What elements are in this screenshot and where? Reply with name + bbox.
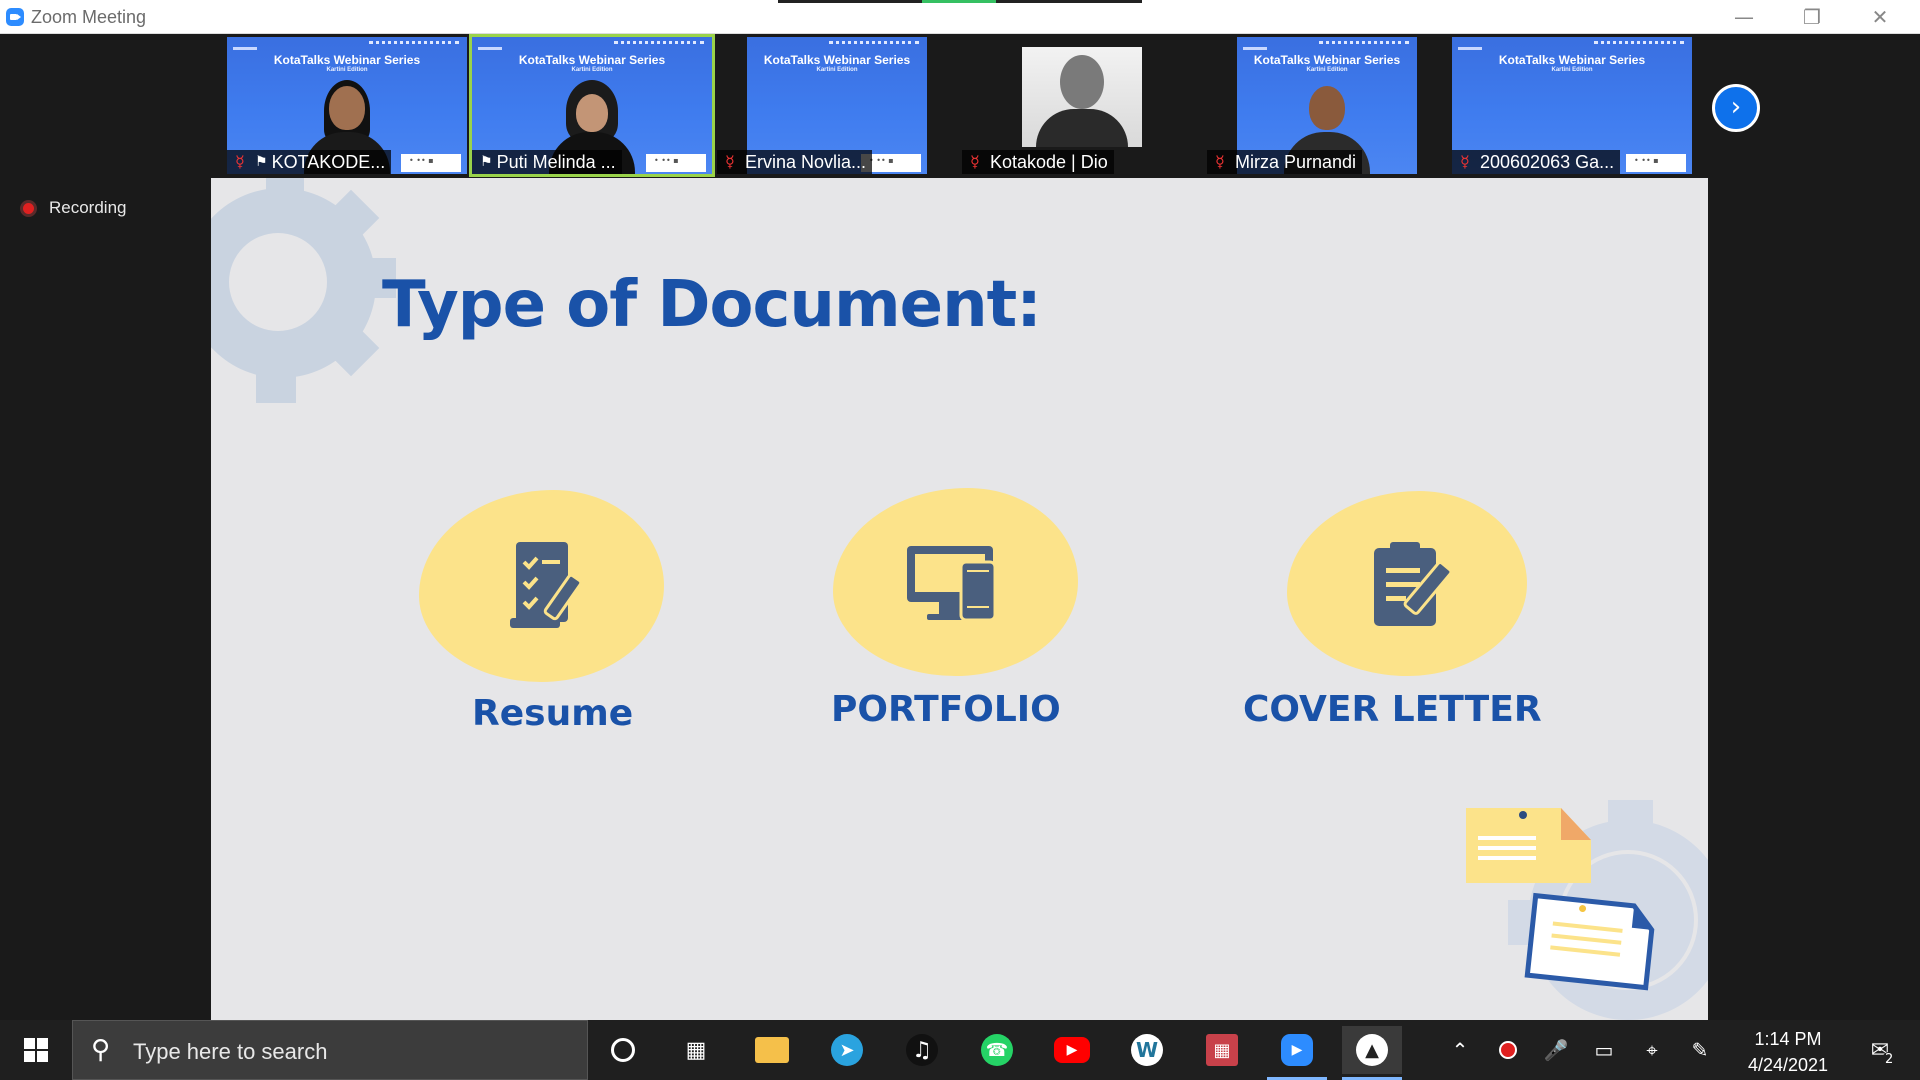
windows-start-icon[interactable] [0, 1020, 72, 1080]
participant-name: KOTAKODE... [271, 151, 386, 172]
task-view-icon[interactable]: ▦ [666, 1026, 726, 1074]
webinar-sub: Kartini Edition [816, 67, 858, 73]
title-bar: Zoom Meeting — ❐ ✕ [0, 0, 1920, 34]
webinar-banner: KotaTalks Webinar Series [1498, 53, 1646, 67]
webinar-sub: Kartini Edition [326, 67, 368, 73]
resume-label: Resume [472, 693, 634, 734]
muted-mic-icon: ☿ [1460, 152, 1470, 171]
taskbar-clock[interactable]: 1:14 PM 4/24/2021 [1728, 1026, 1848, 1078]
pin-icon: ⚑ [480, 154, 493, 170]
portfolio-label: PORTFOLIO [831, 689, 1061, 730]
windows-taskbar: ⚲ Type here to search ▦ ➤ ♫ ☎ ▶ W ▦ ▶ ▲ … [0, 1020, 1920, 1080]
cover-letter-label: COVER LETTER [1243, 689, 1542, 730]
screen-share-indicator [778, 0, 1142, 3]
muted-mic-icon: ☿ [235, 152, 245, 171]
participant-name: Mirza Purnandi [1235, 151, 1357, 172]
slide-title: Type of Document: [382, 268, 1042, 342]
telegram-icon[interactable]: ➤ [817, 1026, 877, 1074]
participant-tile[interactable]: KotaTalks Webinar Series Kartini Edition… [717, 37, 927, 174]
participant-name-badge: ☿ Ervina Novlia... [717, 150, 873, 174]
webinar-banner: KotaTalks Webinar Series [1253, 53, 1401, 67]
microphone-icon[interactable]: 🎤 [1540, 1020, 1572, 1080]
muted-mic-icon: ☿ [970, 152, 980, 171]
webinar-banner: KotaTalks Webinar Series [518, 53, 666, 67]
participant-name: Ervina Novlia... [745, 151, 867, 172]
minimize-button[interactable]: — [1710, 0, 1778, 34]
search-placeholder: Type here to search [133, 1039, 328, 1064]
youtube-icon[interactable]: ▶ [1042, 1026, 1102, 1074]
clock-time: 1:14 PM [1754, 1029, 1822, 1049]
pin-icon: ⚑ [255, 154, 268, 170]
close-button[interactable]: ✕ [1846, 0, 1914, 34]
recording-dot-icon [20, 199, 37, 217]
participant-tile[interactable]: KotaTalks Webinar Series Kartini Edition… [1207, 37, 1417, 174]
participant-tile-active-speaker[interactable]: KotaTalks Webinar Series Kartini Edition… [469, 34, 715, 177]
battery-icon[interactable]: ▭ [1588, 1020, 1620, 1080]
sticky-notes-icon [1466, 808, 1655, 991]
muted-mic-icon: ☿ [725, 152, 735, 171]
whatsapp-icon[interactable]: ☎ [967, 1026, 1027, 1074]
webinar-sub: Kartini Edition [1306, 67, 1348, 73]
recording-indicator[interactable]: Recording [20, 198, 127, 218]
taskbar-search-box[interactable]: ⚲ Type here to search [72, 1020, 588, 1080]
participant-tile[interactable]: KotaTalks Webinar Series Kartini Edition… [1452, 37, 1692, 174]
search-icon: ⚲ [91, 1035, 111, 1065]
resume-checklist-icon [510, 542, 583, 628]
notification-count: 2 [1882, 1052, 1897, 1067]
devices-icon [907, 546, 997, 622]
record-tray-icon[interactable] [1492, 1020, 1524, 1080]
restore-button[interactable]: ❐ [1778, 0, 1846, 34]
photos-icon[interactable]: ▲ [1342, 1026, 1402, 1074]
red-app-icon[interactable]: ▦ [1192, 1026, 1252, 1074]
participant-name: Puti Melinda ... [496, 151, 616, 172]
muted-mic-icon: ☿ [1215, 152, 1225, 171]
participant-tile[interactable]: KotaTalks Webinar Series Kartini Edition… [227, 37, 467, 174]
participant-name-badge: ☿ 200602063 Ga... [1452, 150, 1621, 174]
shared-screen-slide: Type of Document: Resume PORTFOLIO COVER… [211, 178, 1708, 1020]
participant-name-badge: ☿ ⚑ KOTAKODE... [227, 150, 392, 174]
recording-label: Recording [49, 198, 127, 217]
participant-name: 200602063 Ga... [1480, 151, 1615, 172]
document-edit-icon [1374, 542, 1453, 626]
notification-center-icon[interactable]: ✉ 2 [1856, 1020, 1904, 1080]
participant-name-badge: ⚑ Puti Melinda ... [472, 150, 622, 174]
webinar-banner: KotaTalks Webinar Series [763, 53, 911, 67]
zoom-app-icon [6, 8, 24, 26]
participant-name: Kotakode | Dio [990, 151, 1108, 172]
webinar-sub: Kartini Edition [571, 67, 613, 73]
participant-name-badge: ☿ Mirza Purnandi [1207, 150, 1363, 174]
file-explorer-icon[interactable] [742, 1026, 802, 1074]
clock-date: 4/24/2021 [1747, 1055, 1829, 1075]
cortana-icon[interactable] [593, 1026, 653, 1074]
participant-name-badge: ☿ Kotakode | Dio [962, 150, 1114, 174]
pen-icon[interactable]: ✎ [1684, 1020, 1716, 1080]
participant-photo [1022, 47, 1142, 147]
tiktok-icon[interactable]: ♫ [892, 1026, 952, 1074]
show-hidden-icons-chevron-icon[interactable]: ⌃ [1444, 1020, 1476, 1080]
wordpress-icon[interactable]: W [1117, 1026, 1177, 1074]
window-title: Zoom Meeting [31, 7, 147, 27]
webinar-sub: Kartini Edition [1551, 67, 1593, 73]
participant-tile[interactable]: ☿ Kotakode | Dio [962, 37, 1202, 174]
webinar-banner: KotaTalks Webinar Series [273, 53, 421, 67]
next-page-chevron-icon[interactable]: › [1712, 84, 1760, 132]
wifi-icon[interactable]: ⌖ [1636, 1020, 1668, 1080]
zoom-taskbar-icon[interactable]: ▶ [1267, 1026, 1327, 1074]
